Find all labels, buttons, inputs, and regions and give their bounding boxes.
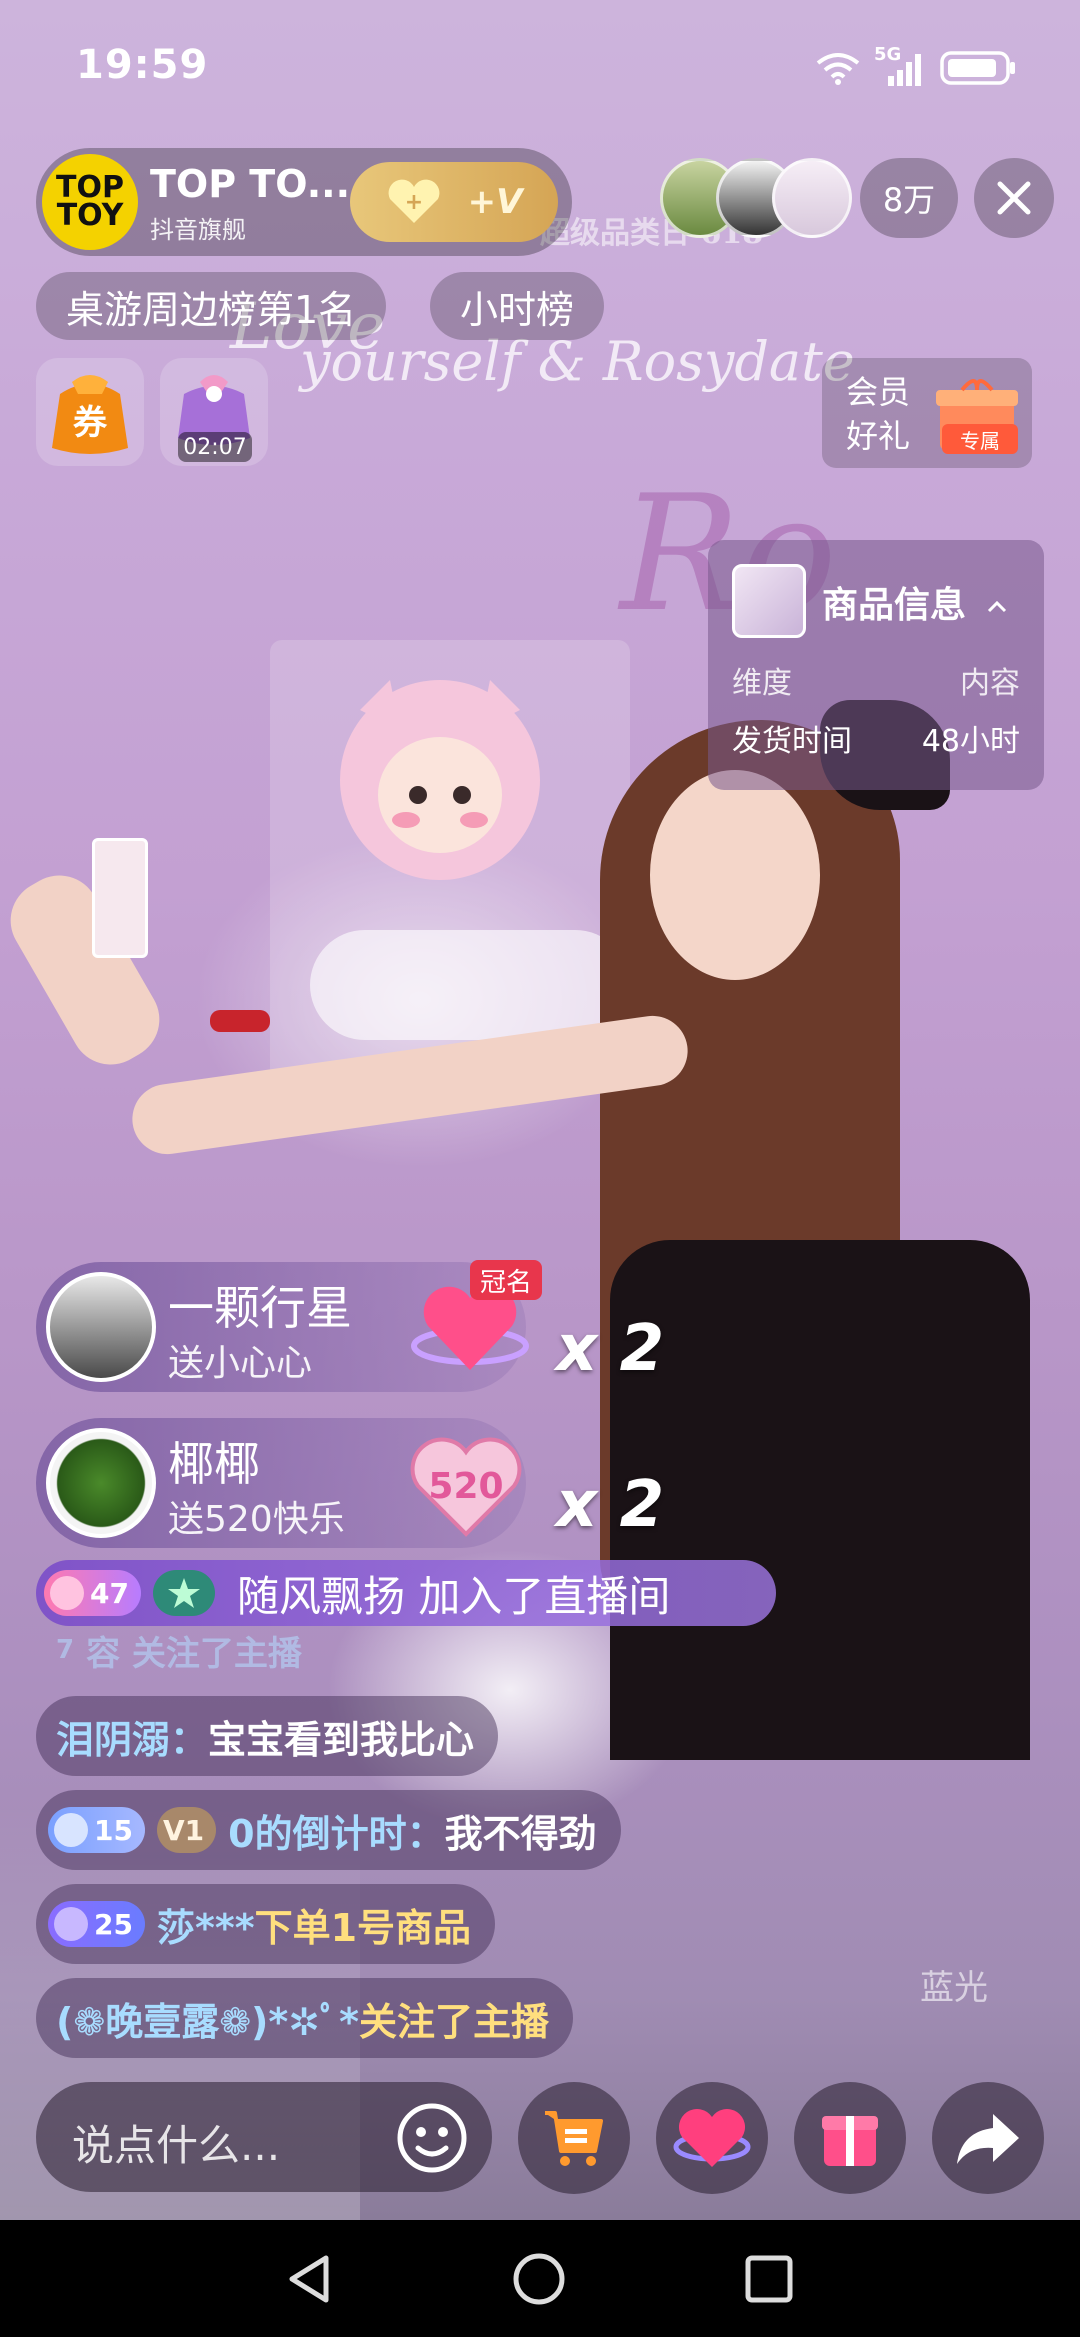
member-gift-text: 会员 好礼	[846, 373, 911, 455]
product-info-card[interactable]: 商品信息 维度 内容 发货时间 48小时	[708, 540, 1044, 790]
fan-club-badge	[152, 1570, 215, 1616]
chat-message[interactable]: 泪阴溺： 宝宝看到我比心	[36, 1696, 499, 1776]
vip-plus-label: +V	[467, 182, 523, 222]
coupon-bag-button[interactable]: 券	[36, 358, 144, 466]
gift-combo-count: x 2	[556, 1312, 665, 1386]
chat-message[interactable]: 15 V1 0的倒计时： 我不得劲	[36, 1790, 621, 1870]
gifter-name: 椰椰	[168, 1437, 260, 1491]
gift-description: 送520快乐	[168, 1499, 345, 1540]
gift-button[interactable]	[794, 2082, 906, 2194]
share-arrow-icon	[957, 2114, 1019, 2164]
chat-text: 关注了主播	[359, 1999, 550, 2044]
gift-description: 送小心心	[168, 1343, 313, 1384]
product-info-title[interactable]: 商品信息	[822, 576, 1009, 628]
vip-level-badge: V1	[156, 1807, 217, 1853]
user-level-badge: 15	[48, 1807, 145, 1853]
chat-text: 宝宝看到我比心	[208, 1717, 475, 1762]
streamer-dress	[610, 1240, 1030, 1760]
toy-figure-image	[340, 680, 540, 880]
gift-icon	[822, 2116, 878, 2166]
product-thumbnail	[732, 564, 806, 638]
member-gift-button[interactable]: 会员 好礼 专属	[822, 358, 1032, 468]
share-button[interactable]	[932, 2082, 1044, 2194]
chat-message-order[interactable]: 25 莎*** 下单1号商品	[36, 1884, 496, 1964]
chat-text: 我不得劲	[444, 1811, 597, 1856]
gifter-name: 一颗行星	[168, 1281, 352, 1335]
viewer-count[interactable]: 8万	[860, 158, 958, 238]
chat-message-fading: 7 容 关注了主播	[56, 1633, 302, 1674]
status-icons: 5G	[816, 44, 1018, 88]
lucky-bag-timer: 02:07	[178, 432, 252, 462]
user-level-badge: 47	[44, 1570, 141, 1616]
shopping-cart-icon	[545, 2111, 603, 2166]
product-info-header: 维度 内容	[732, 666, 1020, 701]
script-text-rosydate: yourself & Rosydate	[300, 330, 855, 393]
gifter-avatar[interactable]	[46, 1272, 156, 1382]
viewer-avatar[interactable]	[772, 158, 852, 238]
signal-icon: 5G	[874, 44, 926, 88]
recents-icon[interactable]	[742, 2252, 796, 2306]
chat-message-follow[interactable]: (❁晚壹露❁)*✲ﾟ* 关注了主播	[36, 1978, 574, 2058]
host-name: TOP TO...	[150, 162, 351, 206]
back-icon[interactable]	[282, 2252, 336, 2306]
streamer-face	[650, 770, 820, 980]
watermark-text: 蓝光	[920, 1968, 988, 2008]
battery-icon	[940, 51, 1015, 85]
red-bracelet	[210, 1010, 270, 1032]
like-button[interactable]	[656, 2082, 768, 2194]
join-text: 随风飘扬 加入了直播间	[236, 1571, 671, 1621]
svg-text:券: 券	[73, 403, 108, 443]
close-icon	[997, 181, 1031, 215]
chat-username[interactable]: 泪阴溺：	[56, 1709, 208, 1764]
star-icon	[167, 1578, 200, 1608]
held-photo-card	[92, 838, 148, 958]
gifter-avatar[interactable]	[46, 1428, 156, 1538]
comment-placeholder: 说点什么...	[72, 2121, 281, 2170]
chat-text: 下单1号商品	[254, 1905, 472, 1950]
user-level-badge: 25	[48, 1901, 145, 1947]
follow-button[interactable]: + +V	[350, 162, 558, 242]
gift-520-icon: 520	[408, 1430, 524, 1540]
home-icon[interactable]	[512, 2252, 566, 2306]
chat-username[interactable]: (❁晚壹露❁)*✲ﾟ*	[56, 1991, 359, 2046]
coupon-bag-icon: 券	[52, 375, 128, 454]
fan-club-heart-icon: +	[388, 179, 440, 223]
close-button[interactable]	[974, 158, 1054, 238]
shopping-cart-button[interactable]	[518, 2082, 630, 2194]
emoji-icon[interactable]	[396, 2102, 468, 2174]
status-bar: 19:59 5G	[0, 0, 1080, 130]
chat-username[interactable]: 0的倒计时：	[228, 1803, 444, 1858]
chat-username[interactable]: 莎***	[157, 1897, 255, 1952]
wifi-icon	[816, 53, 860, 85]
clock: 19:59	[76, 42, 209, 88]
heart-icon	[673, 2108, 751, 2167]
chevron-up-icon	[987, 600, 1006, 613]
host-avatar[interactable]: TOP TOY	[42, 154, 138, 250]
cloud-prop	[310, 930, 630, 1040]
system-navigation-bar	[0, 2220, 1080, 2337]
top-viewers[interactable]	[660, 158, 860, 238]
title-sponsor-badge: 冠名	[470, 1260, 542, 1300]
rank-tag-category[interactable]: 桌游周边榜第1名	[36, 272, 387, 340]
rank-tag-hourly[interactable]: 小时榜	[430, 272, 605, 340]
gift-combo-count: x 2	[556, 1468, 665, 1542]
host-subtitle: 抖音旗舰	[150, 216, 246, 244]
svg-text:+: +	[404, 190, 422, 215]
host-info-pill[interactable]: TOP TOY TOP TO... 抖音旗舰 + +V	[36, 148, 572, 256]
exclusive-badge: 专属	[942, 424, 1018, 454]
product-info-shipping: 发货时间 48小时	[732, 724, 1020, 759]
join-notification: 47 随风飘扬 加入了直播间	[36, 1560, 776, 1626]
